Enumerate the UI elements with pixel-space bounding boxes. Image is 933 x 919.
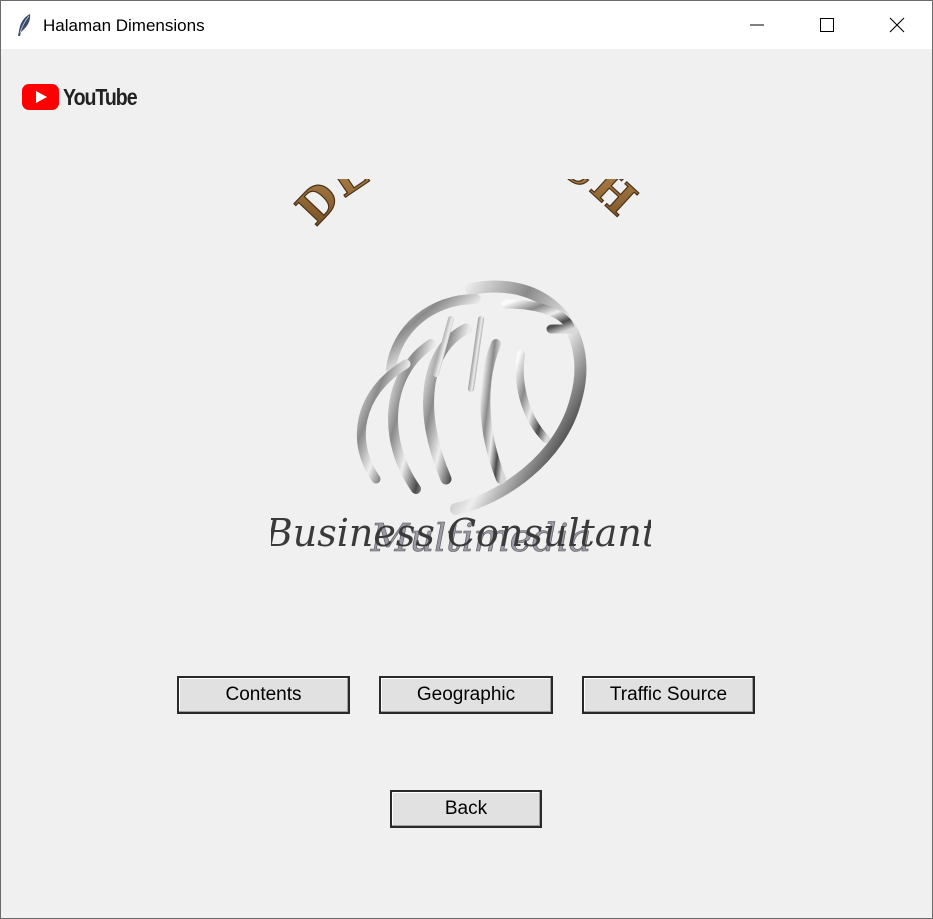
brand-line2: Business Consultant <box>271 511 651 555</box>
feather-icon <box>18 14 31 36</box>
main-content: YouTube DEEV@TECH <box>1 49 932 918</box>
brand-top-text: DEEV@TECH <box>286 179 646 236</box>
close-button[interactable] <box>862 1 932 49</box>
maximize-icon <box>820 18 834 32</box>
youtube-logo: YouTube <box>22 84 150 110</box>
geographic-button[interactable]: Geographic <box>379 676 553 714</box>
eagle-emblem <box>356 280 587 515</box>
minimize-button[interactable] <box>722 1 792 49</box>
youtube-play-icon <box>22 84 59 110</box>
traffic-source-button[interactable]: Traffic Source <box>582 676 755 714</box>
back-button[interactable]: Back <box>390 790 542 828</box>
svg-text:DEEV@TECH: DEEV@TECH <box>287 179 647 235</box>
title-bar[interactable]: Halaman Dimensions <box>1 1 932 49</box>
window-title: Halaman Dimensions <box>43 16 205 35</box>
close-icon <box>889 17 905 33</box>
maximize-button[interactable] <box>792 1 862 49</box>
contents-button[interactable]: Contents <box>177 676 350 714</box>
brand-tagline: Business Consultant <box>271 511 651 555</box>
minimize-icon <box>750 24 764 26</box>
app-window: Halaman Dimensions YouTube D H Multimedi… <box>0 0 933 919</box>
youtube-wordmark: YouTube <box>63 83 138 110</box>
